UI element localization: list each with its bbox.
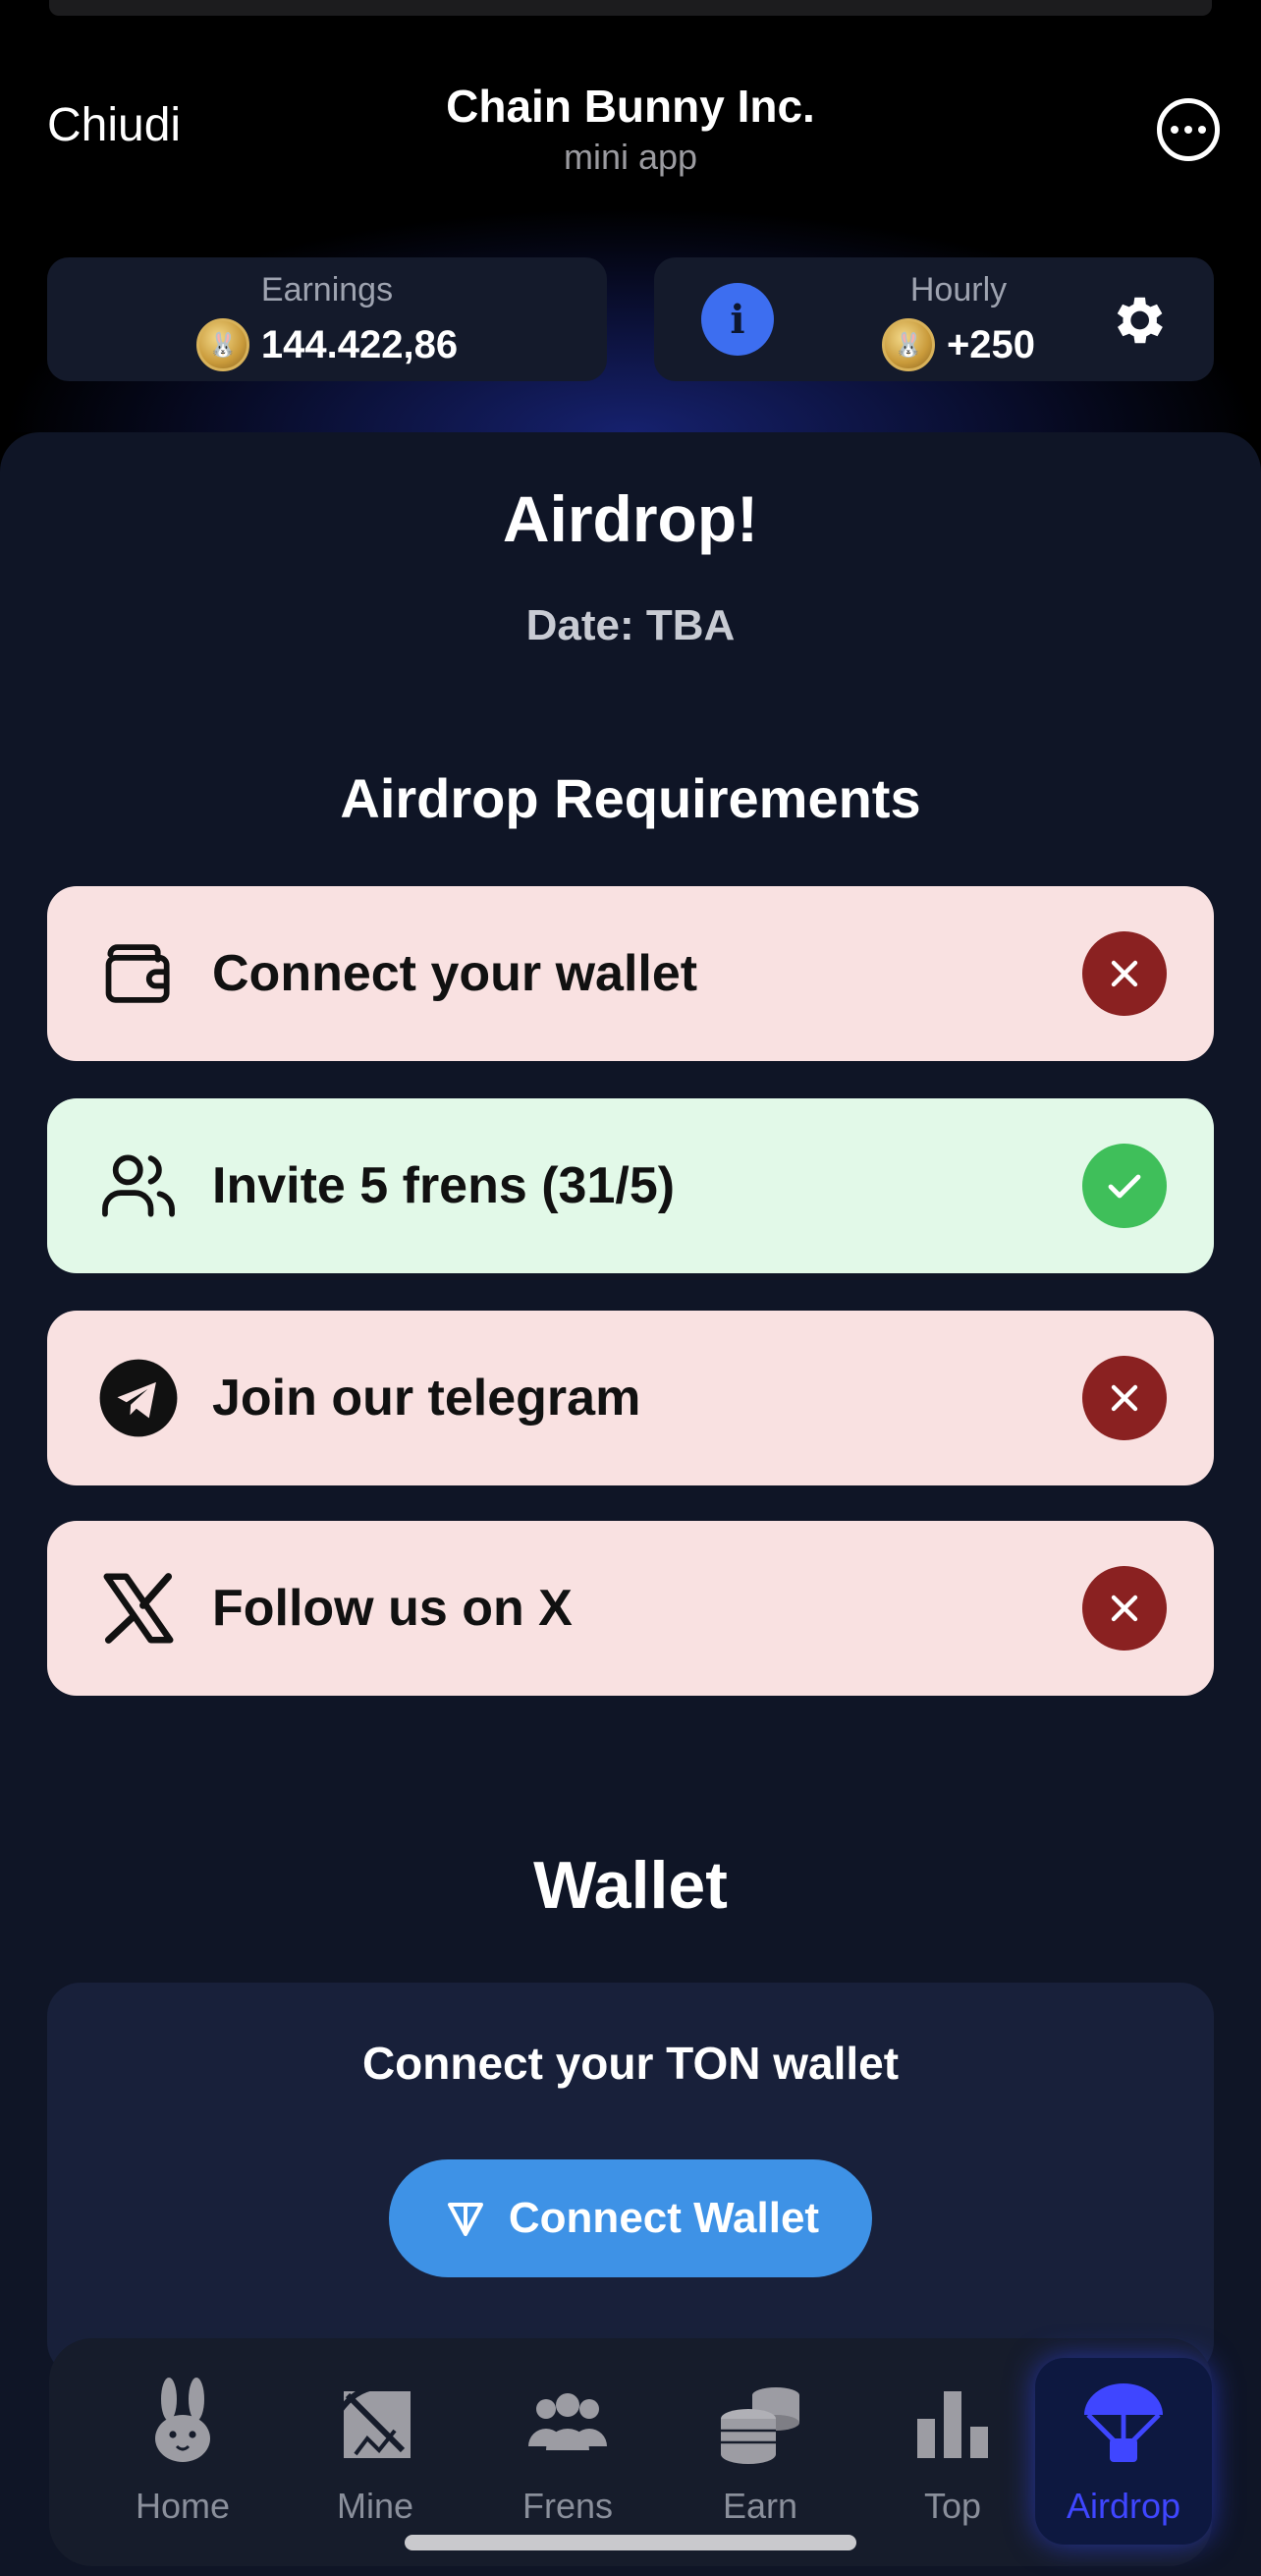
gear-icon[interactable] [1106, 289, 1169, 352]
hourly-value-row: 🐰 +250 [811, 318, 1106, 371]
coin-icon: 🐰 [881, 318, 935, 371]
telegram-icon [99, 1359, 178, 1437]
earnings-value: 144.422,86 [260, 322, 459, 366]
requirements-heading: Airdrop Requirements [340, 767, 921, 829]
app-title: Chain Bunny Inc. [446, 81, 815, 132]
bottom-nav: Home Mine Frens Earn Top Airdrop [49, 2338, 1212, 2566]
coin-icon: 🐰 [195, 318, 249, 371]
earnings-label: Earnings [260, 271, 394, 308]
requirement-join-telegram[interactable]: Join our telegram [47, 1311, 1214, 1485]
nav-label: Earn [722, 2486, 798, 2526]
status-fail-icon [1082, 1566, 1167, 1651]
group-icon [528, 2393, 607, 2450]
requirement-label: Connect your wallet [212, 945, 698, 1002]
requirement-label: Invite 5 frens (31/5) [212, 1157, 676, 1214]
wallet-prompt: Connect your TON wallet [361, 2038, 900, 2089]
connect-wallet-button[interactable]: Connect Wallet [389, 2159, 872, 2277]
nav-item-home[interactable]: Home [94, 2358, 271, 2545]
requirement-label: Join our telegram [212, 1370, 641, 1427]
connect-wallet-label: Connect Wallet [508, 2194, 820, 2242]
nav-item-frens[interactable]: Frens [479, 2358, 656, 2545]
hourly-value: +250 [946, 322, 1036, 366]
airdrop-date: Date: TBA [525, 601, 736, 649]
requirement-label: Follow us on X [212, 1580, 573, 1637]
wallet-title: Wallet [533, 1848, 728, 1923]
title-wrap: Chain Bunny Inc. mini app [0, 77, 1261, 179]
nav-item-airdrop[interactable]: Airdrop [1035, 2358, 1212, 2545]
hourly-card: i Hourly 🐰 +250 [654, 257, 1214, 381]
ton-icon [447, 2203, 483, 2236]
users-icon [102, 1154, 175, 1217]
status-fail-icon [1082, 931, 1167, 1016]
status-done-icon [1082, 1144, 1167, 1228]
nav-item-mine[interactable]: Mine [287, 2358, 464, 2545]
pickaxe-icon [337, 2383, 411, 2458]
x-logo-icon [103, 1573, 174, 1644]
nav-item-top[interactable]: Top [864, 2358, 1041, 2545]
nav-label: Airdrop [1066, 2486, 1181, 2526]
coins-icon [721, 2387, 799, 2464]
more-horizontal-icon [1171, 126, 1179, 134]
mini-app-header: Chiudi Chain Bunny Inc. mini app [0, 29, 1261, 177]
wallet-card: Connect your TON wallet Connect Wallet [47, 1983, 1214, 2376]
requirement-follow-x[interactable]: Follow us on X [47, 1521, 1214, 1696]
nav-item-earn[interactable]: Earn [672, 2358, 849, 2545]
nav-label: Home [135, 2486, 231, 2526]
nav-label: Frens [521, 2486, 614, 2526]
parachute-icon [1084, 2383, 1163, 2462]
info-icon[interactable]: i [701, 283, 774, 356]
airdrop-title: Airdrop! [502, 482, 759, 555]
bunny-icon [155, 2378, 210, 2462]
earnings-value-row: 🐰 144.422,86 [47, 318, 607, 371]
top-strip [49, 0, 1212, 16]
app-subtitle: mini app [563, 137, 698, 177]
hourly-label: Hourly [909, 271, 1008, 308]
status-fail-icon [1082, 1356, 1167, 1440]
earnings-card: Earnings 🐰 144.422,86 [47, 257, 607, 381]
requirement-invite-frens[interactable]: Invite 5 frens (31/5) [47, 1098, 1214, 1273]
nav-label: Mine [336, 2486, 414, 2526]
wallet-icon [105, 944, 170, 1003]
home-indicator [405, 2535, 856, 2550]
requirement-connect-wallet[interactable]: Connect your wallet [47, 886, 1214, 1061]
nav-label: Top [923, 2486, 982, 2526]
more-options-button[interactable] [1157, 98, 1220, 161]
bar-chart-icon [917, 2391, 988, 2458]
